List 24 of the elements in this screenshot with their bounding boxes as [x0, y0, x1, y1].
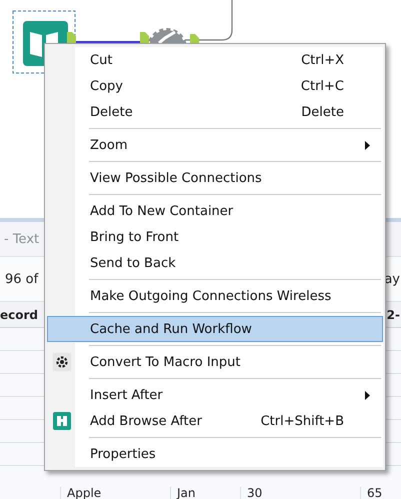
- table-cell: 30: [240, 487, 360, 499]
- menu-item[interactable]: Make Outgoing Connections Wireless: [47, 283, 383, 309]
- column-header: 2-: [386, 308, 400, 322]
- menu-item[interactable]: Copy Ctrl+C: [47, 73, 383, 99]
- menu-item[interactable]: Add To New Container: [47, 198, 383, 224]
- menu-item[interactable]: Cache and Run Workflow: [47, 316, 383, 342]
- menu-item[interactable]: View Possible Connections: [47, 165, 383, 191]
- menu-item[interactable]: Delete Delete: [47, 99, 383, 125]
- column-header: ecord: [0, 308, 38, 322]
- menu-item[interactable]: Insert After: [47, 382, 383, 408]
- gear-icon: [53, 353, 71, 371]
- menu-item[interactable]: Convert To Macro Input: [47, 349, 383, 375]
- menu-item[interactable]: Send to Back: [47, 250, 383, 276]
- submenu-arrow-icon: [365, 140, 370, 150]
- panel-title: - Text: [4, 232, 40, 246]
- menu-item[interactable]: Add Browse After Ctrl+Shift+B: [47, 408, 383, 434]
- menu-item[interactable]: Zoom: [47, 132, 383, 158]
- menu-item[interactable]: Cut Ctrl+X: [47, 47, 383, 73]
- menu-item[interactable]: Properties: [47, 441, 383, 467]
- connector-line: [76, 40, 140, 44]
- submenu-arrow-icon: [365, 390, 370, 400]
- menu-item[interactable]: Bring to Front: [47, 224, 383, 250]
- table-cell: 65: [360, 487, 401, 499]
- record-count: 96 of: [5, 272, 38, 286]
